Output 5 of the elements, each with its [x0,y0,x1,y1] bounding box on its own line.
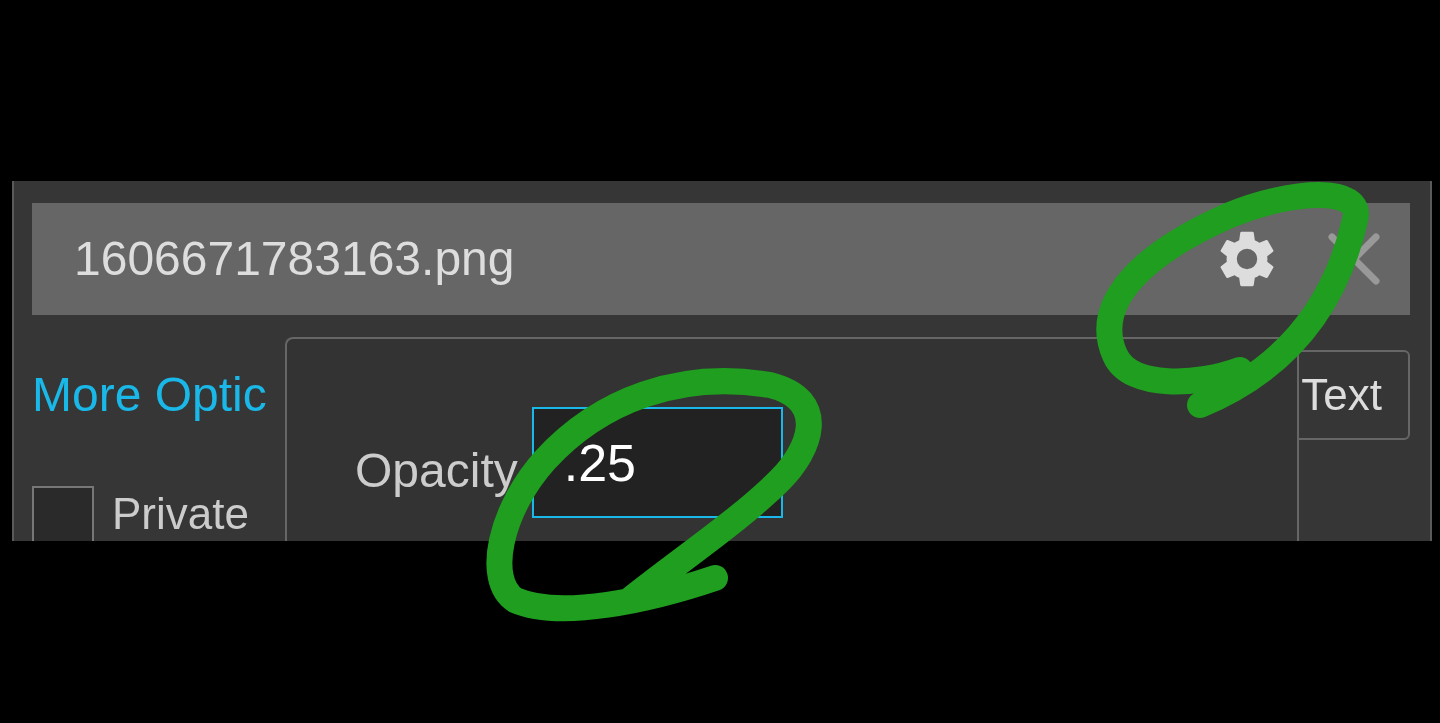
filename: 1606671783163.png [74,231,516,287]
field-label: Opacity [355,443,518,499]
checkbox[interactable] [32,486,94,541]
checkbox-label: Private [112,490,249,539]
more-options-link[interactable]: More Optic [32,359,267,431]
